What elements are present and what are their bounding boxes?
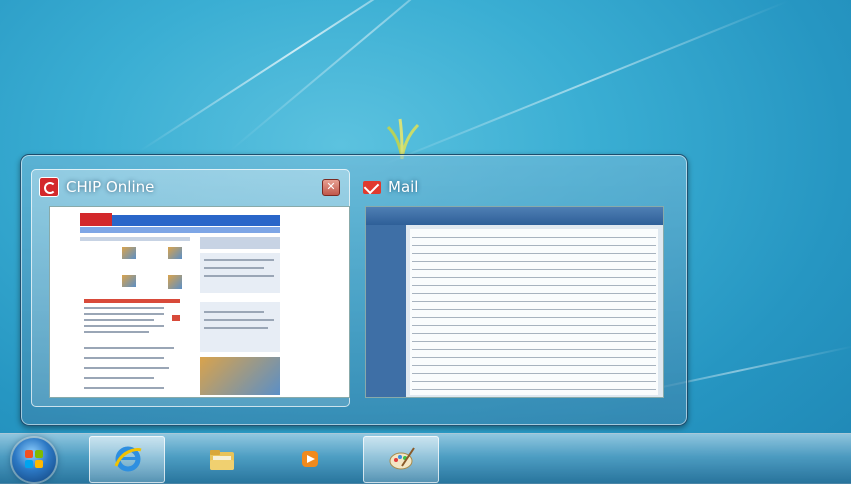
taskbar-button-windows-explorer[interactable]: [183, 436, 259, 483]
preview-row: [412, 381, 656, 382]
chip-logo: [80, 213, 112, 226]
thumbnail-title-text: CHIP Online: [66, 178, 155, 196]
preview-image: [168, 275, 182, 289]
chip-online-icon: [39, 177, 59, 197]
preview-text-line: [84, 307, 164, 309]
taskbar-button-paint[interactable]: [363, 436, 439, 483]
preview-row: [412, 285, 656, 286]
preview-text-line: [84, 367, 169, 369]
thumbnail-title: Mail: [363, 175, 418, 199]
preview-image: [122, 247, 136, 259]
preview-row: [412, 301, 656, 302]
window-preview-chip-online: [49, 206, 350, 398]
preview-text-line: [84, 325, 164, 327]
close-button[interactable]: ✕: [322, 179, 340, 196]
preview-row: [412, 389, 656, 390]
start-button[interactable]: [12, 438, 56, 482]
preview-text-line: [204, 267, 264, 269]
thumbnail-title-text: Mail: [388, 178, 419, 196]
preview-row: [412, 373, 656, 374]
preview-text-line: [84, 319, 154, 321]
preview-image: [200, 357, 280, 395]
preview-row: [412, 245, 656, 246]
preview-row: [412, 237, 656, 238]
taskbar-button-internet-explorer[interactable]: [89, 436, 165, 483]
media-player-icon: [302, 451, 318, 467]
preview-text-line: [84, 377, 154, 379]
windows-start-orb-icon: [25, 450, 43, 468]
preview-message-list: [410, 229, 658, 395]
thumbnail-mail[interactable]: Mail: [357, 169, 675, 407]
preview-image: [168, 247, 182, 259]
preview-row: [412, 277, 656, 278]
preview-block: [200, 237, 280, 249]
taskbar: [0, 433, 851, 484]
preview-text-line: [84, 313, 164, 315]
light-streak: [379, 0, 789, 167]
mail-icon: [363, 180, 381, 194]
preview-row: [412, 341, 656, 342]
folder-icon: [210, 450, 234, 470]
preview-row: [412, 365, 656, 366]
preview-red-bar: [84, 299, 180, 303]
preview-row: [412, 357, 656, 358]
close-icon: ✕: [326, 180, 336, 193]
internet-explorer-icon: [114, 446, 142, 472]
preview-text-line: [204, 319, 274, 321]
preview-text-line: [84, 347, 174, 349]
taskbar-button-media-player[interactable]: [271, 436, 347, 483]
preview-text-line: [84, 331, 149, 333]
preview-nav: [80, 227, 280, 233]
preview-text-line: [204, 275, 274, 277]
thumbnail-title: CHIP Online: [39, 175, 154, 199]
preview-sidebar: [366, 225, 406, 397]
window-preview-mail: [365, 206, 664, 398]
preview-text-line: [204, 327, 268, 329]
paint-icon: [389, 447, 415, 470]
preview-row: [412, 333, 656, 334]
preview-text-line: [204, 259, 274, 261]
preview-row: [412, 325, 656, 326]
preview-text-line: [84, 387, 164, 389]
preview-image: [122, 275, 136, 287]
taskbar-thumbnail-panel: CHIP Online ✕ Mail: [20, 154, 688, 426]
preview-row: [412, 269, 656, 270]
preview-row: [412, 261, 656, 262]
light-streak: [229, 0, 507, 152]
preview-row: [412, 309, 656, 310]
preview-red-bar: [172, 315, 180, 321]
thumbnail-chip-online[interactable]: CHIP Online ✕: [31, 169, 350, 407]
preview-block: [80, 237, 190, 241]
preview-text-line: [204, 311, 264, 313]
preview-row: [412, 349, 656, 350]
preview-row: [412, 317, 656, 318]
preview-row: [412, 253, 656, 254]
preview-row: [412, 293, 656, 294]
preview-header: [366, 207, 663, 225]
preview-text-line: [84, 357, 164, 359]
